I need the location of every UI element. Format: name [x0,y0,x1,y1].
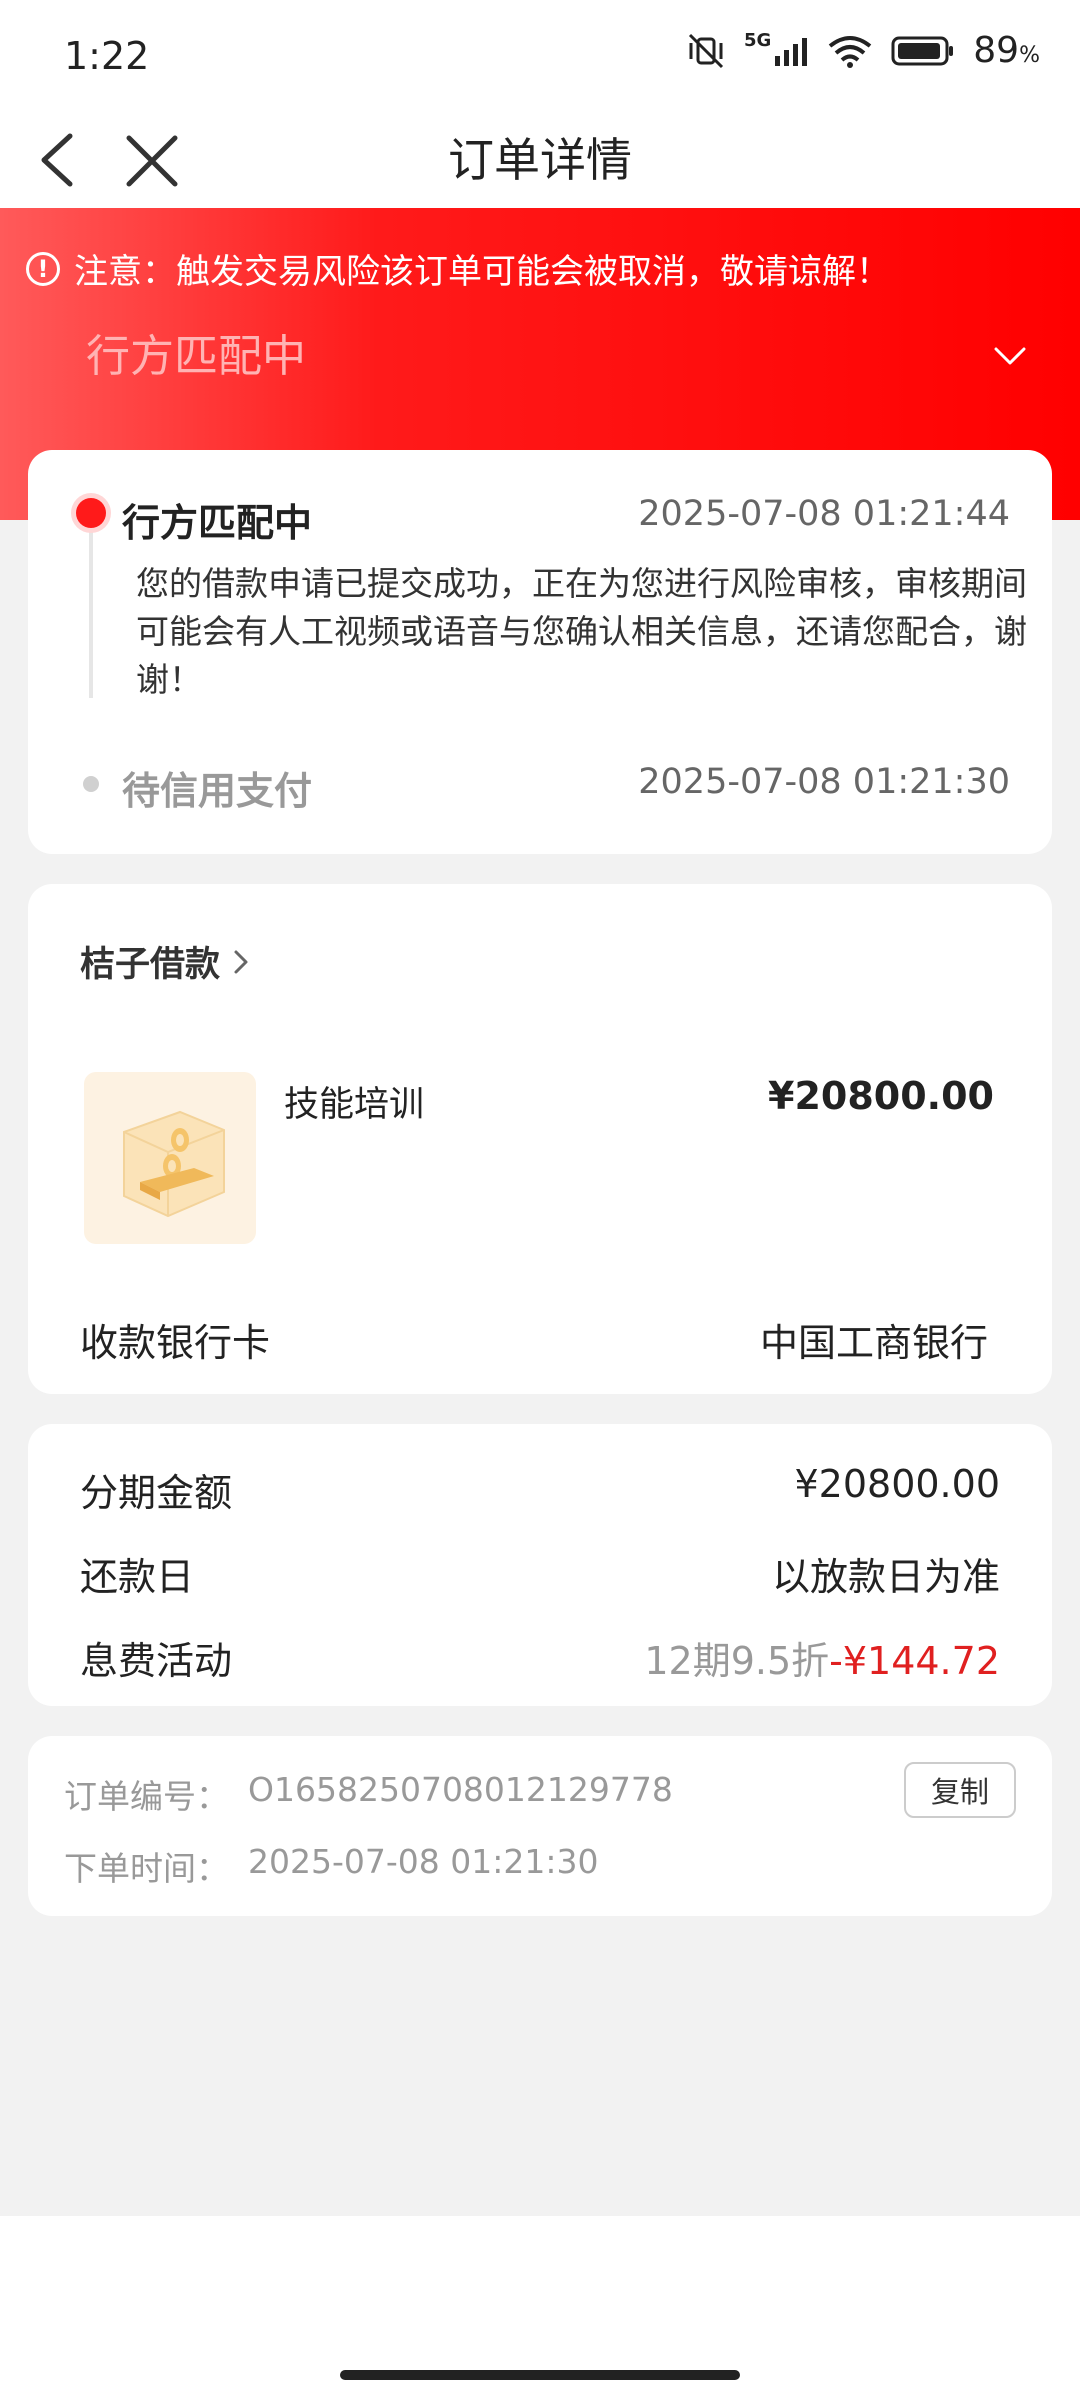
timeline-step-title: 待信用支付 [122,769,313,813]
bank-card-label: 收款银行卡 [80,1321,271,1365]
repay-day-value: 以放款日为准 [771,1555,1000,1599]
fee-activity-value: 12期9.5折-¥144.72 [644,1630,1000,1685]
close-icon [126,135,178,187]
fee-activity-label: 息费活动 [80,1639,233,1683]
status-icons: 5G 89% [686,30,1040,71]
home-indicator[interactable] [340,2370,740,2380]
merchant-link[interactable]: 桔子借款 [80,936,252,987]
timeline-card: 行方匹配中 2025-07-08 01:21:44 您的借款申请已提交成功，正在… [28,450,1052,854]
timeline-line [89,518,93,698]
order-time-label: 下单时间： [64,1849,229,1888]
product-card: 桔子借款 技能培训 ¥20800.00 收款银行卡 中国工商银行 [28,884,1052,1394]
chevron-left-icon [41,133,73,187]
bank-card-value: 中国工商银行 [759,1321,988,1365]
chevron-right-icon [234,950,248,973]
amount-value: ¥20800.00 [794,1462,1001,1506]
product-price: ¥20800.00 [768,1074,994,1118]
fee-discount: -¥144.72 [829,1639,1000,1683]
timeline-step-time: 2025-07-08 01:21:44 [638,494,1010,534]
vibrate-mute-icon [688,33,724,68]
banner-status: 行方匹配中 [86,331,306,382]
product-name: 技能培训 [284,1085,425,1125]
network-label: 5G [743,30,772,51]
timeline-step-time: 2025-07-08 01:21:30 [638,762,1010,802]
nav-bar: 订单详情 [0,110,1080,208]
timeline-dot-active [76,498,106,528]
signal-icon [775,37,808,66]
gold-coins-box-icon [123,1110,225,1218]
repay-day-label: 还款日 [80,1555,195,1599]
order-time-value: 2025-07-08 01:21:30 [248,1842,599,1881]
amount-label: 分期金额 [80,1471,233,1515]
warning-text: 注意：触发交易风险该订单可能会被取消，敬请谅解！ [74,252,890,292]
merchant-name: 桔子借款 [80,945,221,985]
timeline-step-title: 行方匹配中 [122,501,313,545]
timeline-dot-inactive [83,776,99,792]
order-number-value: O1658250708012129778 [248,1770,673,1809]
fee-plan: 12期9.5折 [644,1639,830,1683]
status-bar: 1:22 5G 89% [0,0,1080,110]
product-image [84,1072,256,1244]
expand-button[interactable] [990,336,1030,376]
installment-card: 分期金额 ¥20800.00 还款日 以放款日为准 息费活动 12期9.5折-¥… [28,1424,1052,1706]
close-button[interactable] [115,120,195,200]
wifi-icon [829,35,872,68]
order-info-card: 订单编号： O1658250708012129778 复制 下单时间： 2025… [28,1736,1052,1916]
back-button[interactable] [30,120,100,200]
timeline-step-desc: 您的借款申请已提交成功，正在为您进行风险审核，审核期间可能会有人工视频或语音与您… [136,564,1027,699]
battery-level: 89% [973,30,1040,71]
battery-icon [891,36,954,65]
chevron-down-icon [994,347,1026,365]
warning-notice: ! 注意：触发交易风险该订单可能会被取消，敬请谅解！ [26,244,890,293]
copy-button[interactable]: 复制 [904,1762,1016,1818]
order-number-label: 订单编号： [64,1777,229,1816]
status-time: 1:22 [64,34,150,78]
warning-icon: ! [26,251,60,286]
